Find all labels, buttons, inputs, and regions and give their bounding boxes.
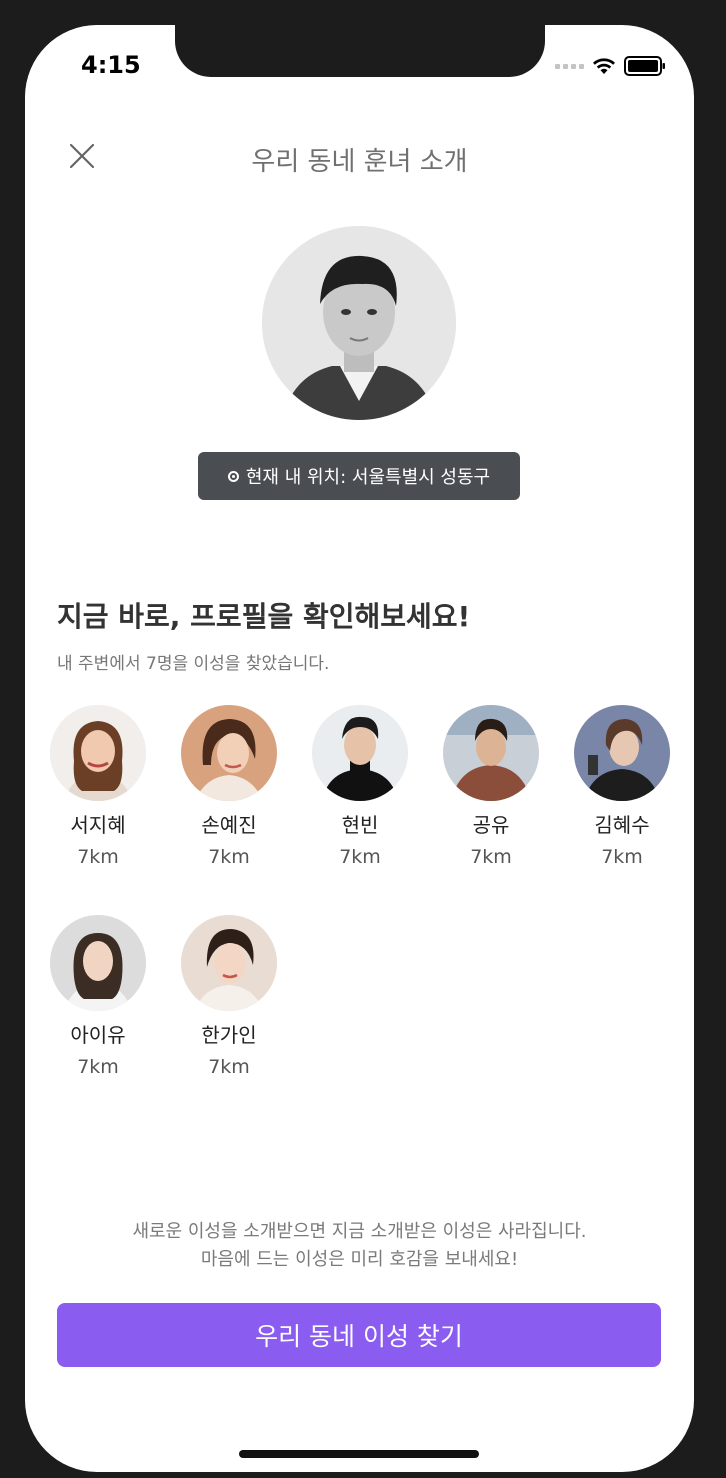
main-profile-photo	[262, 226, 456, 420]
location-text: 현재 내 위치: 서울특별시 성동구	[245, 467, 491, 488]
profile-name: 서지혜	[70, 813, 126, 837]
section-subtitle: 내 주변에서 7명을 이성을 찾았습니다.	[57, 654, 330, 674]
profile-distance: 7km	[601, 846, 643, 868]
notice-line-1: 새로운 이성을 소개받으면 지금 소개받은 이성은 사라집니다.	[132, 1221, 587, 1242]
profile-distance: 7km	[339, 846, 381, 868]
profile-distance: 7km	[208, 846, 250, 868]
section-title: 지금 바로, 프로필을 확인해보세요!	[57, 600, 471, 633]
profile-name: 손예진	[201, 813, 257, 837]
profile-distance: 7km	[208, 1056, 250, 1078]
status-time: 4:15	[81, 51, 141, 79]
profile-avatar	[312, 705, 408, 801]
profile-avatar	[443, 705, 539, 801]
notice-text: 새로운 이성을 소개받으면 지금 소개받은 이성은 사라집니다. 마음에 드는 …	[25, 1218, 694, 1274]
location-dot-icon	[227, 470, 239, 482]
profile-avatar	[574, 705, 670, 801]
profile-card[interactable]: 한가인 7km	[180, 915, 278, 1078]
location-badge: 현재 내 위치: 서울특별시 성동구	[198, 452, 520, 500]
profile-card[interactable]: 아이유 7km	[49, 915, 147, 1078]
profile-avatar	[181, 915, 277, 1011]
profile-avatar	[181, 705, 277, 801]
notch	[175, 25, 545, 77]
profile-distance: 7km	[470, 846, 512, 868]
find-nearby-button[interactable]: 우리 동네 이성 찾기	[57, 1303, 661, 1367]
status-icons	[555, 56, 666, 76]
page-title: 우리 동네 훈녀 소개	[251, 147, 468, 177]
profile-name: 한가인	[201, 1023, 257, 1047]
profile-name: 김혜수	[594, 813, 650, 837]
profile-card[interactable]: 김혜수 7km	[573, 705, 671, 868]
profile-distance: 7km	[77, 1056, 119, 1078]
profile-distance: 7km	[77, 846, 119, 868]
device-frame: 4:15 우리 동네 훈녀 소개 현재 내 위치: 서울특별시 성동구 지금 바…	[0, 0, 726, 1478]
header: 우리 동네 훈녀 소개	[25, 133, 694, 177]
profile-avatar	[50, 915, 146, 1011]
profile-card[interactable]: 서지혜 7km	[49, 705, 147, 868]
signal-icon	[555, 63, 584, 69]
wifi-icon	[592, 57, 616, 75]
profile-name: 현빈	[341, 813, 379, 837]
home-indicator	[239, 1450, 479, 1458]
profile-card[interactable]: 손예진 7km	[180, 705, 278, 868]
phone-screen: 4:15 우리 동네 훈녀 소개 현재 내 위치: 서울특별시 성동구 지금 바…	[25, 25, 694, 1472]
profile-name: 공유	[472, 813, 510, 837]
battery-icon	[624, 56, 666, 76]
notice-line-2: 마음에 드는 이성은 미리 호감을 보내세요!	[200, 1249, 519, 1270]
profile-name: 아이유	[70, 1023, 126, 1047]
profile-avatar	[50, 705, 146, 801]
profile-card[interactable]: 공유 7km	[442, 705, 540, 868]
profile-card[interactable]: 현빈 7km	[311, 705, 409, 868]
